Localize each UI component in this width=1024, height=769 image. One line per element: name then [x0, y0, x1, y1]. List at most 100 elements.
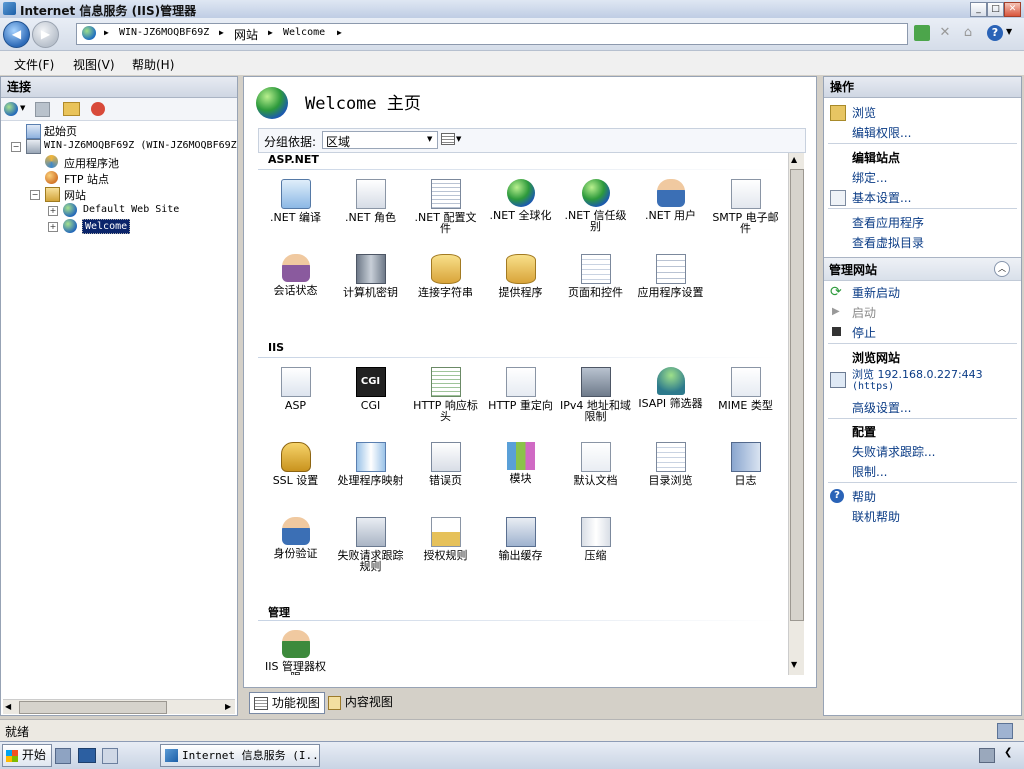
feature-item[interactable]: ISAPI 筛选器: [633, 367, 708, 409]
feature-item[interactable]: .NET 用户: [633, 179, 708, 221]
scroll-right-icon[interactable]: ▶: [225, 702, 231, 711]
network-tray-icon[interactable]: [979, 748, 995, 763]
feature-item[interactable]: 授权规则: [408, 517, 483, 561]
action-start[interactable]: 启动: [852, 304, 876, 321]
tree-welcome-selected[interactable]: Welcome: [82, 219, 131, 234]
back-button[interactable]: ◀: [3, 21, 30, 48]
tree-sites[interactable]: 网站: [64, 187, 86, 203]
feature-item[interactable]: 日志: [708, 442, 783, 486]
maximize-button[interactable]: □: [987, 2, 1004, 17]
tree-app-pools[interactable]: 应用程序池: [64, 155, 119, 171]
feature-item[interactable]: .NET 角色: [333, 179, 408, 223]
up-folder-icon[interactable]: [63, 102, 80, 116]
feature-item[interactable]: 身份验证: [258, 517, 333, 559]
feature-item[interactable]: 计算机密钥: [333, 254, 408, 298]
feature-item[interactable]: .NET 信任级别: [558, 179, 633, 232]
taskbar-iis-button[interactable]: Internet 信息服务 (I...: [160, 744, 320, 767]
scroll-up-icon[interactable]: ▲: [791, 155, 797, 164]
collapse-chevron-icon[interactable]: ︿: [994, 261, 1010, 277]
breadcrumb-sites[interactable]: 网站: [234, 26, 258, 43]
disconnect-icon[interactable]: [91, 102, 105, 116]
refresh-icon[interactable]: [914, 25, 930, 41]
view-mode-icon[interactable]: [441, 133, 455, 145]
action-browse[interactable]: 浏览: [852, 104, 876, 121]
feature-item[interactable]: .NET 配置文件: [408, 179, 483, 234]
server-manager-icon[interactable]: [55, 748, 71, 764]
breadcrumb-server[interactable]: WIN-JZ6MOQBF69Z: [119, 27, 209, 38]
action-restart[interactable]: 重新启动: [852, 284, 900, 301]
feature-item[interactable]: 模块: [483, 442, 558, 484]
expand-icon[interactable]: +: [48, 222, 58, 232]
feature-item[interactable]: ASP: [258, 367, 333, 411]
help-icon[interactable]: ?: [987, 25, 1003, 41]
collapse-icon[interactable]: −: [30, 190, 40, 200]
feature-item[interactable]: 默认文档: [558, 442, 633, 486]
action-view-virtual-dirs[interactable]: 查看虚拟目录: [852, 234, 924, 251]
close-button[interactable]: ✕: [1004, 2, 1021, 17]
feature-item[interactable]: HTTP 响应标头: [408, 367, 483, 422]
chevron-left-icon[interactable]: ❮: [1004, 747, 1012, 758]
powershell-icon[interactable]: [78, 748, 96, 763]
tree-default-web-site[interactable]: Default Web Site: [83, 204, 179, 215]
vertical-scrollbar[interactable]: ▲ ▼: [788, 153, 804, 675]
save-icon[interactable]: [35, 102, 50, 117]
start-button[interactable]: 开始: [2, 744, 52, 767]
action-limits[interactable]: 限制...: [852, 463, 887, 480]
feature-item[interactable]: IPv4 地址和域限制: [558, 367, 633, 422]
tree-ftp-sites[interactable]: FTP 站点: [64, 171, 109, 187]
feature-item[interactable]: 压缩: [558, 517, 633, 561]
chevron-down-icon[interactable]: ▼: [456, 135, 461, 143]
menu-help[interactable]: 帮助(H): [132, 56, 174, 73]
feature-item[interactable]: IIS 管理器权限: [258, 630, 333, 675]
action-browse-https[interactable]: 浏览 192.168.0.227:443 (https): [852, 366, 983, 392]
feature-item[interactable]: 输出缓存: [483, 517, 558, 561]
group-header[interactable]: IIS: [268, 341, 284, 354]
chevron-down-icon[interactable]: ▼: [20, 104, 25, 112]
feature-item[interactable]: 会话状态: [258, 254, 333, 296]
scroll-down-icon[interactable]: ▼: [791, 660, 797, 669]
home-icon[interactable]: ⌂: [960, 25, 976, 41]
action-failed-request-tracing[interactable]: 失败请求跟踪...: [852, 443, 935, 460]
horizontal-scrollbar[interactable]: ◀ ▶: [3, 699, 235, 714]
scroll-left-icon[interactable]: ◀: [5, 702, 11, 711]
menu-file[interactable]: 文件(F): [14, 56, 54, 73]
action-bindings[interactable]: 绑定...: [852, 169, 887, 186]
feature-item[interactable]: CGI CGI: [333, 367, 408, 411]
minimize-button[interactable]: _: [970, 2, 987, 17]
connect-icon[interactable]: [4, 102, 18, 116]
tab-content-view[interactable]: 内容视图: [324, 692, 397, 712]
feature-item[interactable]: 错误页: [408, 442, 483, 486]
menu-view[interactable]: 视图(V): [73, 56, 115, 73]
feature-item[interactable]: 应用程序设置: [633, 254, 708, 298]
action-online-help[interactable]: 联机帮助: [852, 508, 900, 525]
group-header[interactable]: 管理: [268, 604, 290, 620]
tab-features-view[interactable]: 功能视图: [249, 692, 325, 714]
group-header[interactable]: ASP.NET: [268, 153, 319, 166]
feature-item[interactable]: 处理程序映射: [333, 442, 408, 486]
scrollbar-thumb[interactable]: [790, 169, 804, 621]
chevron-down-icon[interactable]: ▼: [1006, 27, 1012, 36]
scrollbar-thumb[interactable]: [19, 701, 167, 714]
feature-item[interactable]: 连接字符串: [408, 254, 483, 298]
action-view-applications[interactable]: 查看应用程序: [852, 214, 924, 231]
feature-item[interactable]: 提供程序: [483, 254, 558, 298]
collapse-icon[interactable]: −: [11, 142, 21, 152]
action-stop[interactable]: 停止: [852, 324, 876, 341]
action-help[interactable]: 帮助: [852, 488, 876, 505]
forward-button[interactable]: ▶: [32, 21, 59, 48]
explorer-icon[interactable]: [102, 748, 118, 764]
breadcrumb-site[interactable]: Welcome: [283, 27, 325, 38]
tree-start-page[interactable]: 起始页: [44, 123, 77, 139]
feature-item[interactable]: 目录浏览: [633, 442, 708, 486]
feature-item[interactable]: 失败请求跟踪规则: [333, 517, 408, 572]
feature-item[interactable]: MIME 类型: [708, 367, 783, 411]
action-basic-settings[interactable]: 基本设置...: [852, 189, 911, 206]
expand-icon[interactable]: +: [48, 206, 58, 216]
tree-server[interactable]: WIN-JZ6MOQBF69Z (WIN-JZ6MOQBF69Z: [44, 140, 237, 151]
feature-item[interactable]: .NET 编译: [258, 179, 333, 223]
feature-item[interactable]: SSL 设置: [258, 442, 333, 486]
feature-item[interactable]: HTTP 重定向: [483, 367, 558, 411]
address-bar[interactable]: ▶ WIN-JZ6MOQBF69Z ▶ 网站 ▶ Welcome ▶: [76, 23, 908, 45]
feature-item[interactable]: .NET 全球化: [483, 179, 558, 221]
group-by-dropdown[interactable]: 区域 ▼: [322, 131, 438, 149]
